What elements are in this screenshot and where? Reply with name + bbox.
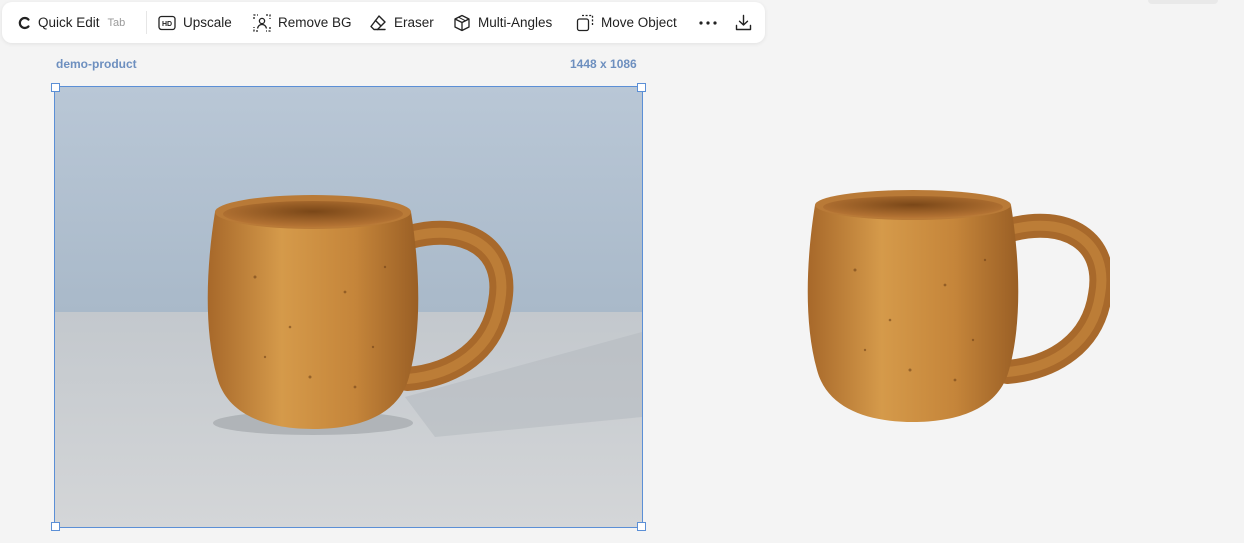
upscale-label: Upscale (183, 15, 232, 30)
more-button[interactable] (698, 2, 718, 43)
image-name-label: demo-product (56, 57, 137, 71)
selected-product-image[interactable] (54, 86, 643, 528)
quick-edit-button[interactable]: Quick Edit Tab (17, 2, 125, 43)
toolbar-divider (146, 11, 147, 34)
cube-icon (453, 14, 471, 32)
resize-handle-top-right[interactable] (637, 83, 646, 92)
move-object-button[interactable]: Move Object (576, 2, 677, 43)
top-right-control[interactable] (1148, 0, 1218, 4)
more-icon (698, 20, 718, 26)
resize-handle-bottom-left[interactable] (51, 522, 60, 531)
hd-icon: HD (158, 15, 176, 31)
remove-bg-label: Remove BG (278, 15, 352, 30)
download-button[interactable] (735, 2, 752, 43)
resize-handle-bottom-right[interactable] (637, 522, 646, 531)
svg-text:HD: HD (162, 21, 172, 28)
eraser-label: Eraser (394, 15, 434, 30)
move-object-icon (576, 14, 594, 32)
remove-bg-icon (253, 13, 271, 32)
multi-angles-label: Multi-Angles (478, 15, 553, 30)
download-icon (735, 14, 752, 31)
eraser-button[interactable]: Eraser (369, 2, 434, 43)
upscale-button[interactable]: HD Upscale (158, 2, 232, 43)
quick-edit-label: Quick Edit (38, 15, 100, 30)
eraser-icon (369, 14, 387, 32)
multi-angles-button[interactable]: Multi-Angles (453, 2, 552, 43)
resize-handle-top-left[interactable] (51, 83, 60, 92)
toolbar: Quick Edit Tab HD Upscale Remove BG Eras… (2, 2, 765, 43)
move-object-label: Move Object (601, 15, 677, 30)
quick-edit-icon (17, 16, 31, 30)
quick-edit-shortcut: Tab (107, 16, 126, 29)
background-removed-image[interactable] (800, 190, 1110, 440)
image-dimensions-label: 1448 x 1086 (570, 57, 637, 71)
remove-bg-button[interactable]: Remove BG (253, 2, 352, 43)
